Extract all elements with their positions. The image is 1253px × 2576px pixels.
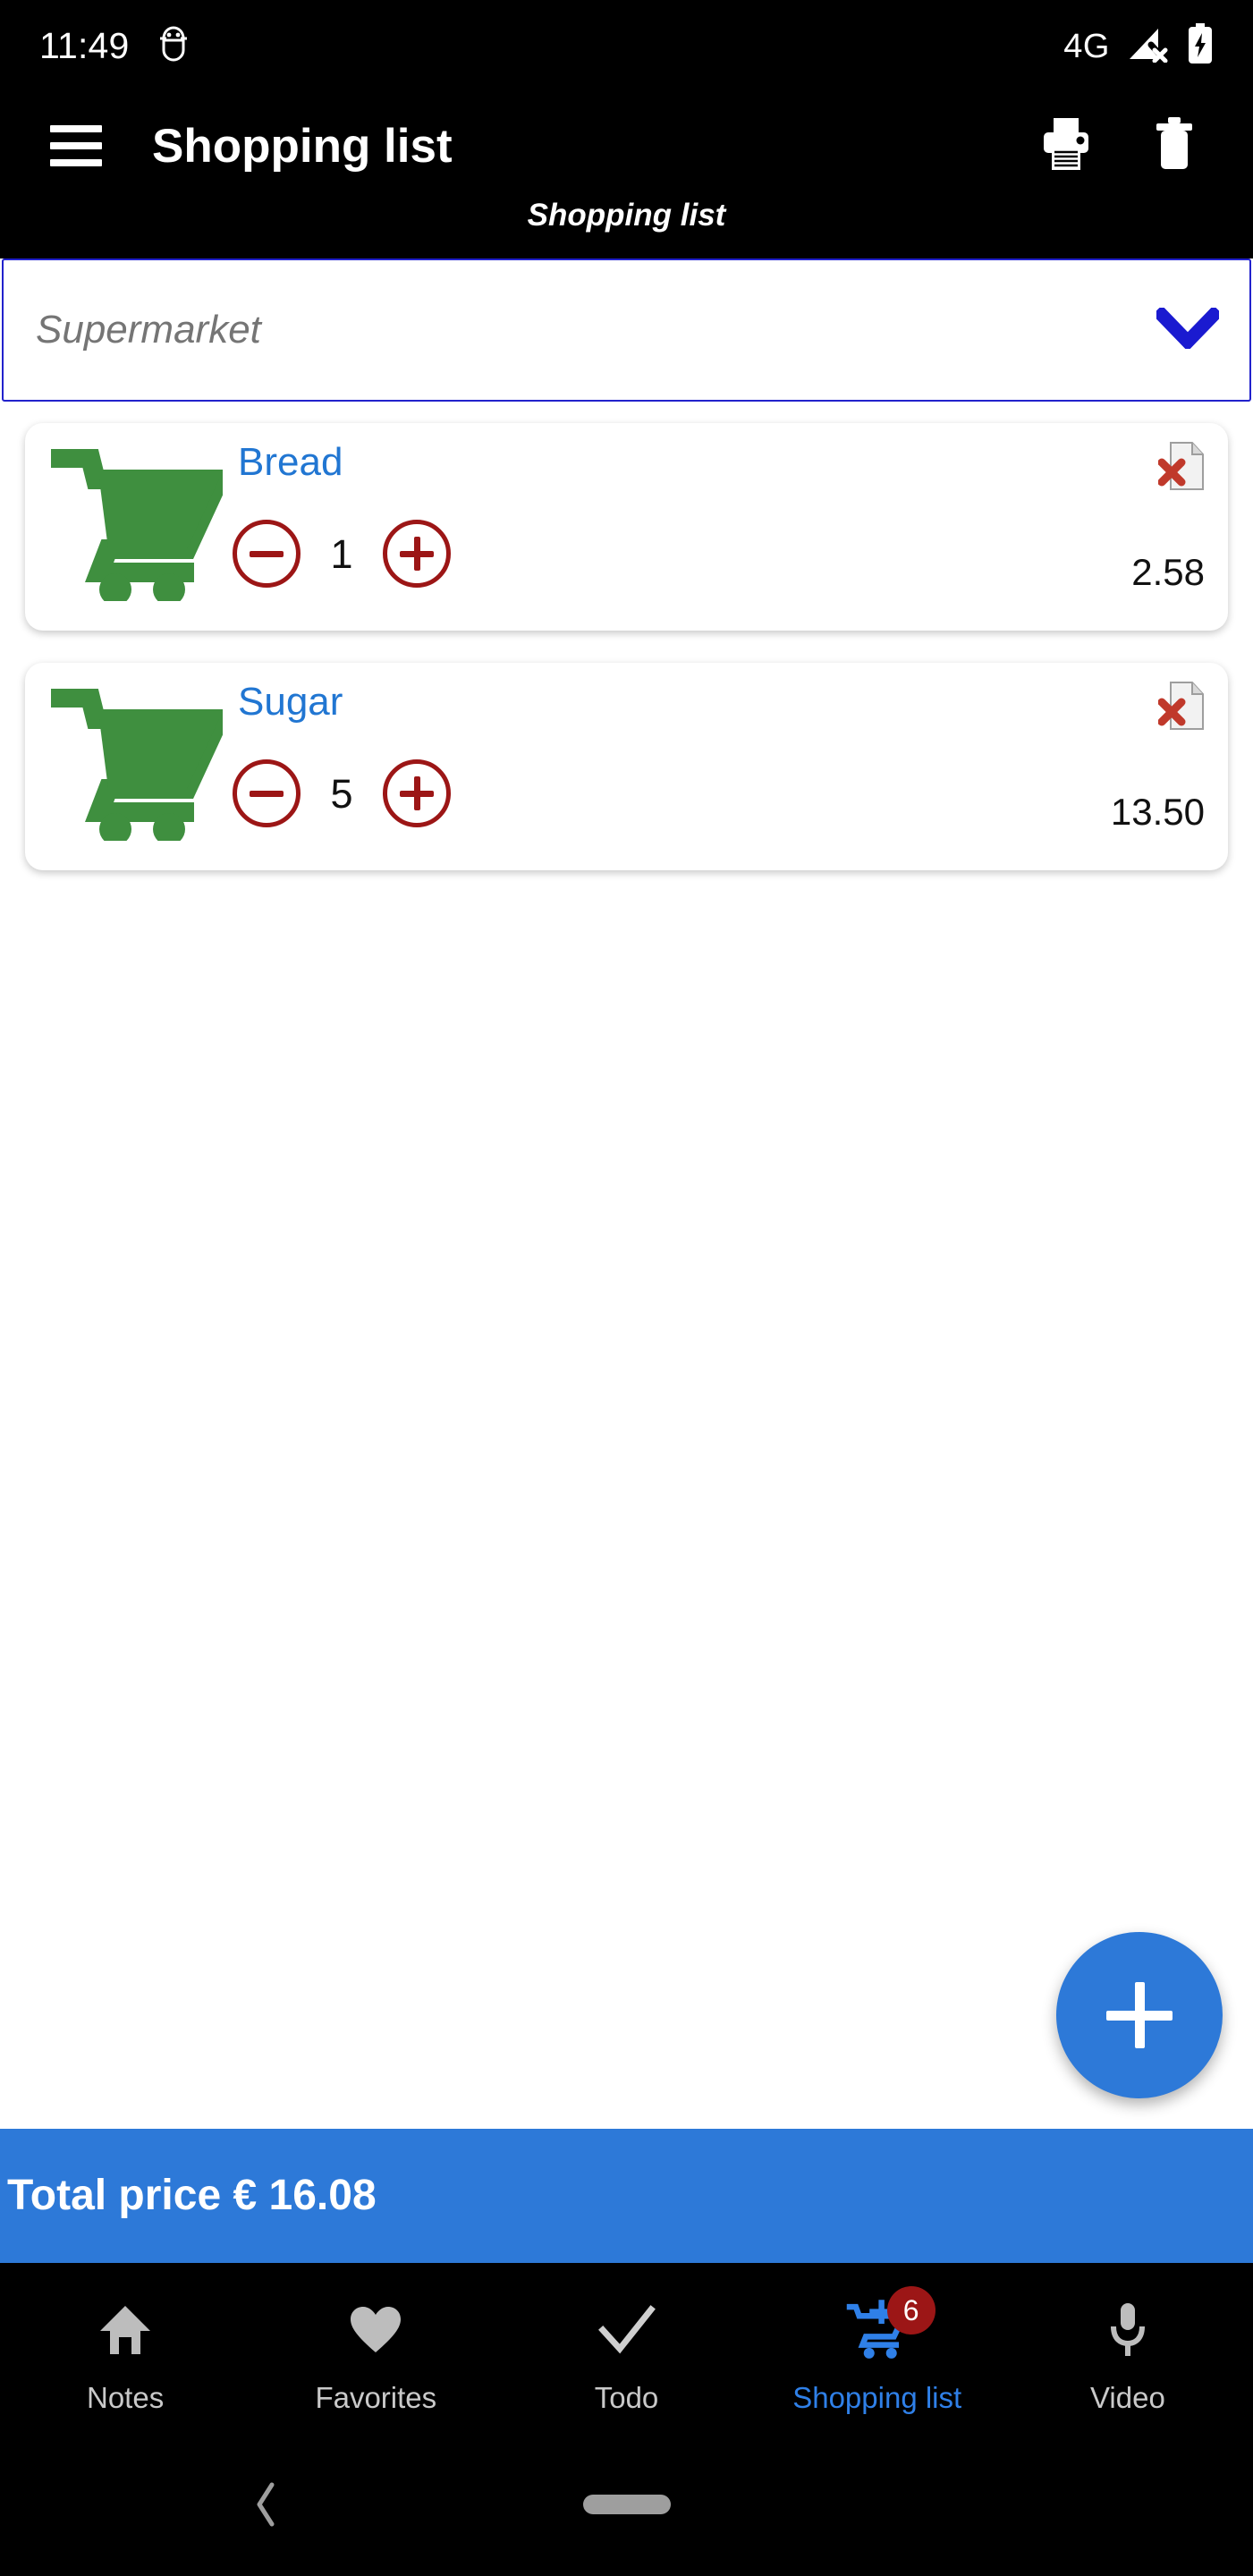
shopping-list-area: Bread 1 2.58 Sugar 5 13.50 [0, 402, 1253, 2129]
status-bar-right: 4G [1063, 23, 1214, 69]
home-pill-icon[interactable] [582, 2495, 671, 2514]
battery-charging-icon [1187, 23, 1214, 69]
total-price-label: Total price € 16.08 [7, 2172, 377, 2219]
increment-button[interactable] [383, 520, 451, 588]
app-screen: 11:49 4G Shopping list Shopping list Sup… [0, 0, 1253, 2576]
system-navigation-bar [0, 2433, 1253, 2576]
item-right-column: 13.50 [1058, 663, 1228, 870]
status-bar-left: 11:49 [39, 26, 189, 66]
quantity-stepper: 5 [233, 759, 1058, 827]
item-price: 2.58 [1131, 551, 1205, 593]
chevron-down-icon[interactable] [1152, 304, 1223, 353]
add-shopping-cart-icon: 6 [844, 2285, 936, 2363]
android-bug-icon [158, 26, 189, 66]
nav-item-shopping-list[interactable]: 6 Shopping list [752, 2263, 1003, 2433]
trash-icon[interactable] [1155, 116, 1194, 175]
quantity-value: 1 [330, 530, 353, 577]
shopping-cart-icon [44, 447, 235, 606]
home-icon [92, 2297, 158, 2363]
plus-icon [400, 776, 434, 810]
increment-button[interactable] [383, 759, 451, 827]
quantity-value: 5 [330, 770, 353, 817]
store-selector-wrap: Supermarket [0, 258, 1253, 402]
status-clock: 11:49 [39, 25, 130, 66]
store-dropdown[interactable]: Supermarket [2, 258, 1251, 402]
nav-label-todo: Todo [594, 2380, 659, 2414]
page-title: Shopping list [152, 119, 453, 173]
nav-item-video[interactable]: Video [1003, 2263, 1253, 2433]
check-icon [594, 2297, 660, 2363]
item-icon-cell [25, 423, 235, 631]
status-badge: 6 [886, 2285, 936, 2334]
decrement-button[interactable] [233, 520, 301, 588]
minus-icon [250, 790, 284, 797]
hamburger-bar [50, 159, 102, 166]
item-icon-cell [25, 663, 235, 870]
nav-label-favorites: Favorites [315, 2380, 437, 2414]
total-price-bar: Total price € 16.08 [0, 2129, 1253, 2263]
hamburger-bar [50, 125, 102, 132]
table-row[interactable]: Bread 1 2.58 [25, 423, 1228, 631]
app-bar: Shopping list [0, 92, 1253, 199]
heart-icon [343, 2297, 409, 2363]
delete-document-icon[interactable] [1157, 441, 1205, 497]
quantity-stepper: 1 [233, 520, 1058, 588]
nav-item-todo[interactable]: Todo [501, 2263, 751, 2433]
hamburger-menu-icon[interactable] [50, 125, 102, 166]
signal-no-connection-icon [1128, 25, 1171, 67]
nav-label-shopping-list: Shopping list [792, 2380, 962, 2414]
store-dropdown-value: Supermarket [36, 308, 261, 352]
item-details: Bread 1 [233, 423, 1058, 631]
bottom-navigation: Notes Favorites Todo 6 Shopping list Vid… [0, 2263, 1253, 2433]
status-bar: 11:49 4G [0, 0, 1253, 92]
decrement-button[interactable] [233, 759, 301, 827]
list-subtitle: Shopping list [527, 198, 726, 233]
minus-icon [250, 550, 284, 557]
table-row[interactable]: Sugar 5 13.50 [25, 663, 1228, 870]
network-type-label: 4G [1063, 27, 1110, 65]
shopping-cart-icon [44, 687, 235, 845]
list-subtitle-bar: Shopping list [0, 199, 1253, 258]
item-price: 13.50 [1110, 791, 1205, 833]
item-name: Sugar [238, 680, 343, 724]
hamburger-bar [50, 142, 102, 149]
printer-icon[interactable] [1040, 116, 1092, 176]
item-name: Bread [238, 440, 343, 484]
nav-item-favorites[interactable]: Favorites [250, 2263, 501, 2433]
item-right-column: 2.58 [1058, 423, 1228, 631]
nav-label-video: Video [1090, 2380, 1165, 2414]
back-chevron-icon[interactable] [250, 2478, 281, 2531]
delete-document-icon[interactable] [1157, 681, 1205, 737]
app-bar-actions [1040, 116, 1219, 176]
item-details: Sugar 5 [233, 663, 1058, 870]
microphone-icon [1095, 2297, 1161, 2363]
add-item-fab[interactable] [1056, 1932, 1223, 2098]
plus-icon [400, 537, 434, 571]
nav-item-notes[interactable]: Notes [0, 2263, 250, 2433]
nav-label-notes: Notes [86, 2380, 165, 2414]
